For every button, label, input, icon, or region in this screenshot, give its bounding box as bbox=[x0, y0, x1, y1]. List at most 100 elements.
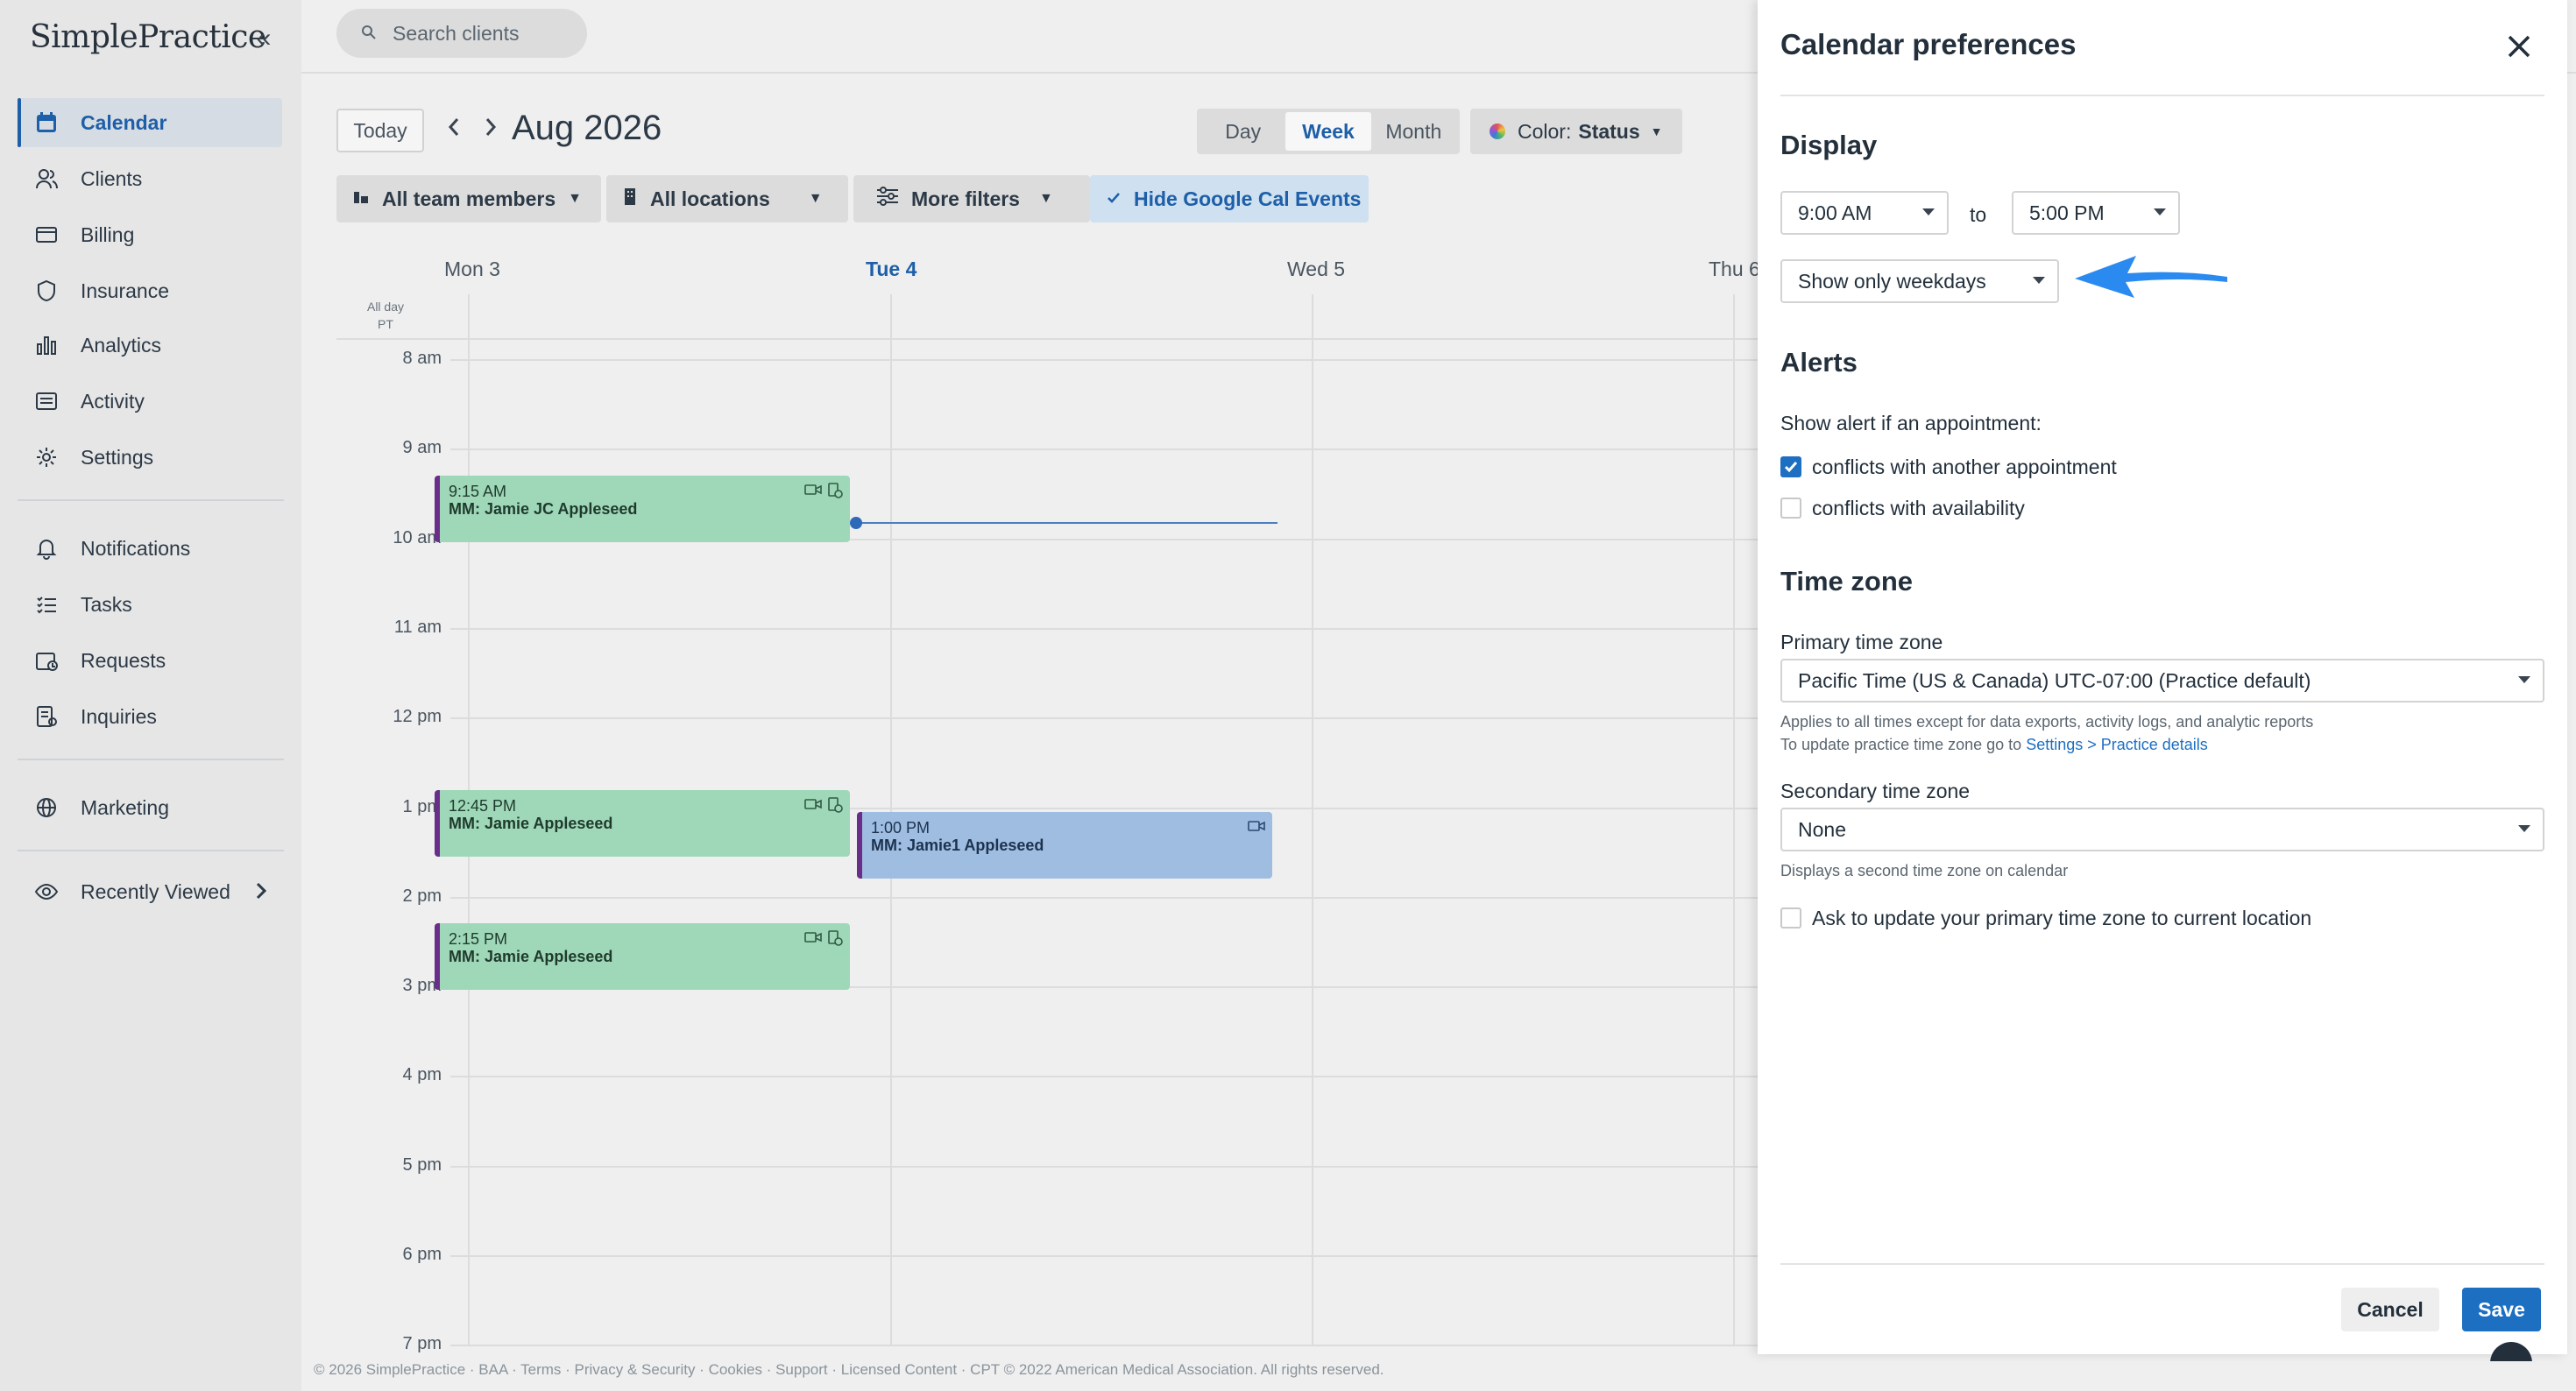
day-header-mon[interactable]: Mon 3 bbox=[444, 258, 500, 281]
prev-week-button[interactable] bbox=[443, 114, 464, 147]
view-week-button[interactable]: Week bbox=[1285, 112, 1371, 151]
appointment-card[interactable]: 9:15 AM MM: Jamie JC Appleseed bbox=[435, 476, 850, 542]
search-input[interactable]: Search clients bbox=[336, 9, 587, 58]
footer-links[interactable]: © 2026 SimplePractice · BAA · Terms · Pr… bbox=[314, 1361, 1384, 1379]
conflict-availability-checkbox[interactable] bbox=[1780, 498, 1801, 519]
close-icon[interactable] bbox=[2504, 32, 2534, 61]
sidebar-item-insurance[interactable]: Insurance bbox=[18, 266, 282, 315]
hour-gridline bbox=[450, 1166, 1826, 1168]
hour-label: 11 am bbox=[393, 618, 442, 637]
clients-icon bbox=[33, 166, 60, 192]
team-members-filter[interactable]: All team members ▼ bbox=[336, 175, 601, 222]
day-header-wed[interactable]: Wed 5 bbox=[1287, 258, 1345, 281]
video-icon bbox=[804, 932, 822, 943]
document-check-icon bbox=[828, 483, 843, 498]
calendar-icon bbox=[33, 109, 60, 136]
sidebar-item-label: Insurance bbox=[81, 279, 170, 302]
color-by-dropdown[interactable]: Color: Status ▼ bbox=[1470, 109, 1682, 154]
primary-timezone-select[interactable]: Pacific Time (US & Canada) UTC-07:00 (Pr… bbox=[1780, 659, 2544, 703]
checkmark-icon bbox=[1784, 462, 1798, 473]
inquiries-icon bbox=[33, 703, 60, 730]
time-range-to: to bbox=[1970, 203, 1987, 226]
brand-logo[interactable]: SimplePractice bbox=[30, 19, 266, 55]
hour-label: 3 pm bbox=[402, 976, 442, 995]
appointment-time: 2:15 PM bbox=[449, 930, 508, 948]
secondary-timezone-help: Displays a second time zone on calendar bbox=[1780, 862, 2069, 879]
sliders-icon bbox=[876, 187, 899, 211]
eye-icon bbox=[33, 879, 60, 905]
conflict-appointment-checkbox[interactable] bbox=[1780, 456, 1801, 477]
sidebar-item-analytics[interactable]: Analytics bbox=[18, 321, 282, 370]
more-filters-button[interactable]: More filters ▼ bbox=[853, 175, 1090, 222]
sidebar-item-activity[interactable]: Activity bbox=[18, 377, 282, 426]
building-icon bbox=[622, 187, 638, 211]
sidebar-item-label: Calendar bbox=[81, 110, 167, 134]
sidebar-divider bbox=[18, 759, 284, 760]
locations-filter[interactable]: All locations ▼ bbox=[606, 175, 848, 222]
appointment-card[interactable]: 1:00 PM MM: Jamie1 Appleseed bbox=[857, 812, 1272, 879]
end-time-select[interactable]: 5:00 PM bbox=[2012, 191, 2180, 235]
cancel-button[interactable]: Cancel bbox=[2341, 1288, 2439, 1331]
sidebar-item-label: Marketing bbox=[81, 795, 169, 819]
sidebar-item-clients[interactable]: Clients bbox=[18, 154, 282, 203]
conflict-availability-label[interactable]: conflicts with availability bbox=[1812, 497, 2025, 520]
appointment-client: MM: Jamie Appleseed bbox=[449, 815, 613, 832]
appointment-card[interactable]: 2:15 PM MM: Jamie Appleseed bbox=[435, 923, 850, 990]
sidebar-item-marketing[interactable]: Marketing bbox=[18, 783, 282, 832]
practice-details-link[interactable]: Settings > Practice details bbox=[2026, 736, 2208, 753]
video-icon bbox=[1248, 821, 1265, 831]
month-title: Aug 2026 bbox=[512, 109, 662, 147]
hour-label: 6 pm bbox=[402, 1245, 442, 1264]
view-month-button[interactable]: Month bbox=[1371, 112, 1456, 151]
sidebar-item-settings[interactable]: Settings bbox=[18, 433, 282, 482]
appointment-time: 1:00 PM bbox=[871, 819, 931, 837]
days-shown-select[interactable]: Show only weekdays bbox=[1780, 259, 2059, 303]
sidebar-item-tasks[interactable]: Tasks bbox=[18, 580, 282, 629]
practice-timezone-help: To update practice time zone go to Setti… bbox=[1780, 736, 2208, 754]
sidebar-item-label: Analytics bbox=[81, 333, 162, 357]
hour-gridline bbox=[450, 1076, 1826, 1077]
sidebar: SimplePractice « Calendar Clients Billin… bbox=[0, 0, 301, 1391]
appointment-client: MM: Jamie1 Appleseed bbox=[871, 837, 1044, 854]
sidebar-item-calendar[interactable]: Calendar bbox=[18, 98, 282, 147]
conflict-appointment-label[interactable]: conflicts with another appointment bbox=[1812, 455, 2117, 479]
collapse-sidebar-icon[interactable]: « bbox=[251, 25, 277, 53]
caret-down-icon bbox=[2518, 825, 2530, 832]
sidebar-item-label: Tasks bbox=[81, 592, 132, 616]
video-icon bbox=[804, 799, 822, 809]
team-filter-label: All team members bbox=[382, 187, 556, 210]
chevron-left-icon bbox=[448, 118, 459, 136]
save-button[interactable]: Save bbox=[2462, 1288, 2541, 1331]
sidebar-item-requests[interactable]: Requests bbox=[18, 636, 282, 685]
hour-label: 8 am bbox=[402, 349, 442, 368]
color-wheel-icon bbox=[1490, 124, 1505, 139]
today-button[interactable]: Today bbox=[336, 109, 424, 152]
calendar-preferences-panel: Calendar preferences Display 9:00 AM to … bbox=[1758, 0, 2567, 1354]
sidebar-item-label: Inquiries bbox=[81, 704, 157, 728]
appointment-card[interactable]: 12:45 PM MM: Jamie Appleseed bbox=[435, 790, 850, 857]
sidebar-item-notifications[interactable]: Notifications bbox=[18, 524, 282, 573]
sidebar-item-label: Settings bbox=[81, 445, 154, 469]
hour-label: 9 am bbox=[402, 438, 442, 457]
analytics-icon bbox=[33, 332, 60, 358]
next-week-button[interactable] bbox=[480, 114, 501, 147]
help-button-icon[interactable] bbox=[2488, 1340, 2534, 1361]
day-header-thu[interactable]: Thu 6 bbox=[1709, 258, 1760, 281]
secondary-timezone-select[interactable]: None bbox=[1780, 808, 2544, 851]
locations-filter-label: All locations bbox=[650, 187, 770, 210]
view-day-button[interactable]: Day bbox=[1200, 112, 1285, 151]
sidebar-item-billing[interactable]: Billing bbox=[18, 210, 282, 259]
sidebar-item-inquiries[interactable]: Inquiries bbox=[18, 692, 282, 741]
hide-google-events-toggle[interactable]: Hide Google Cal Events bbox=[1090, 175, 1369, 222]
sidebar-divider bbox=[18, 850, 284, 851]
ask-update-timezone-label[interactable]: Ask to update your primary time zone to … bbox=[1812, 907, 2311, 930]
hour-label: 2 pm bbox=[402, 886, 442, 906]
hour-label: 7 pm bbox=[402, 1334, 442, 1353]
sidebar-item-recently-viewed[interactable]: Recently Viewed bbox=[18, 867, 282, 916]
more-filters-label: More filters bbox=[911, 187, 1020, 210]
day-header-tue[interactable]: Tue 4 bbox=[866, 258, 916, 281]
start-time-select[interactable]: 9:00 AM bbox=[1780, 191, 1949, 235]
current-time-line bbox=[855, 522, 1277, 524]
panel-title: Calendar preferences bbox=[1780, 28, 2077, 60]
ask-update-timezone-checkbox[interactable] bbox=[1780, 907, 1801, 929]
